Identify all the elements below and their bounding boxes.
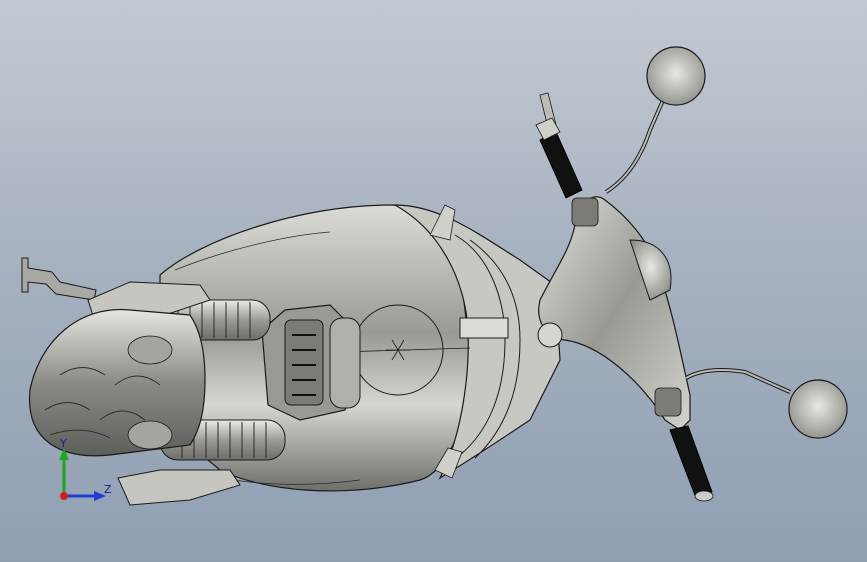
upper-hand-grip[interactable] [535,92,583,199]
z-axis-label: Z [104,483,112,496]
scooter-3d-model-view[interactable]: Y Z [0,0,867,562]
y-axis-label: Y [59,437,67,450]
lower-hand-grip[interactable] [669,425,714,502]
engine-cover[interactable] [261,304,361,421]
cad-graphics-viewport[interactable]: Y Z [0,0,867,562]
lower-mirror[interactable] [685,368,848,439]
origin-point [60,492,68,500]
rear-tire[interactable] [28,308,206,457]
kickstand-part[interactable] [21,257,97,301]
upper-mirror[interactable] [604,46,706,194]
front-handlebar-assembly[interactable] [537,196,691,431]
